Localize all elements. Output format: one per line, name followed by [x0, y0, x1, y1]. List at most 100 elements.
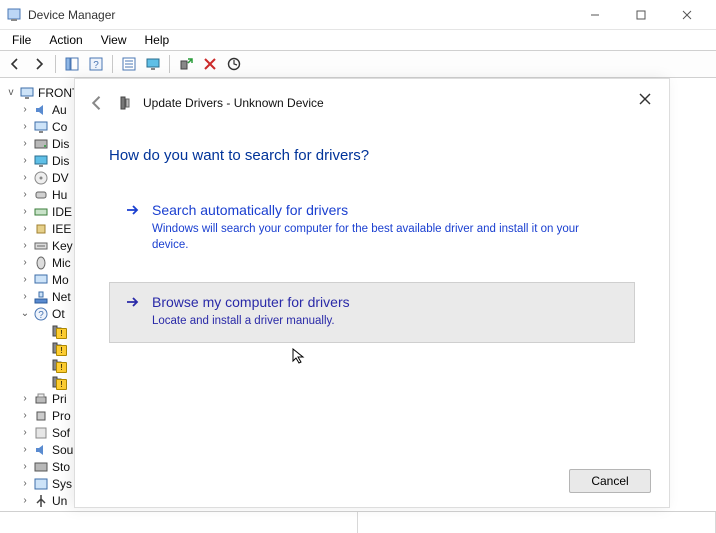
tree-node-label: Mic [52, 256, 71, 270]
tree-node-label: Dis [52, 154, 69, 168]
wizard-header: Update Drivers - Unknown Device [75, 79, 669, 127]
svg-text:?: ? [38, 310, 44, 321]
scan-hardware-icon[interactable] [175, 53, 197, 75]
update-driver-icon[interactable] [223, 53, 245, 75]
chevron-right-icon[interactable]: › [18, 121, 32, 132]
uninstall-icon[interactable] [199, 53, 221, 75]
option-description: Locate and install a driver manually. [152, 314, 582, 330]
chevron-right-icon[interactable]: › [18, 444, 32, 455]
close-icon[interactable] [635, 89, 655, 109]
chevron-right-icon[interactable]: › [18, 478, 32, 489]
network-icon [33, 290, 49, 304]
device-icon [117, 95, 133, 111]
separator-icon [55, 55, 56, 73]
separator-icon [169, 55, 170, 73]
chevron-right-icon[interactable]: › [18, 461, 32, 472]
tree-node-label: Ot [52, 307, 65, 321]
audio-icon [33, 103, 49, 117]
window-controls [572, 0, 710, 30]
tree-node-label: Un [52, 494, 67, 508]
menu-file[interactable]: File [4, 31, 39, 49]
option-title: Search automatically for drivers [152, 202, 348, 218]
option-search-automatically[interactable]: Search automatically for drivers Windows… [109, 190, 635, 266]
maximize-button[interactable] [618, 0, 664, 30]
unknown-icon [49, 358, 65, 372]
software-icon [33, 426, 49, 440]
unknown-icon [49, 324, 65, 338]
tree-node-label: Key [52, 239, 73, 253]
unknown-icon [49, 341, 65, 355]
chevron-down-icon[interactable]: ⌄ [18, 308, 32, 319]
hid-icon [33, 188, 49, 202]
chevron-right-icon[interactable]: › [18, 155, 32, 166]
wizard-body: How do you want to search for drivers? S… [75, 127, 669, 343]
menu-view[interactable]: View [93, 31, 135, 49]
tree-node-label: Co [52, 120, 67, 134]
tree-node-label: IEE [52, 222, 71, 236]
unknown-icon [49, 375, 65, 389]
keyboard-icon [33, 239, 49, 253]
forward-icon[interactable] [28, 53, 50, 75]
other-icon: ? [33, 307, 49, 321]
tree-node-label: IDE [52, 205, 72, 219]
tree-node-label: Hu [52, 188, 67, 202]
ide-icon [33, 205, 49, 219]
chevron-right-icon[interactable]: › [18, 291, 32, 302]
computer-icon [33, 120, 49, 134]
monitor-icon[interactable] [142, 53, 164, 75]
toolbar: ? [0, 50, 716, 78]
menu-help[interactable]: Help [137, 31, 178, 49]
back-icon[interactable] [4, 53, 26, 75]
menu-action[interactable]: Action [41, 31, 90, 49]
chevron-right-icon[interactable]: › [18, 274, 32, 285]
chevron-right-icon[interactable]: › [18, 223, 32, 234]
chevron-right-icon[interactable]: › [18, 172, 32, 183]
back-icon[interactable] [87, 93, 107, 113]
dvd-icon [33, 171, 49, 185]
tree-node-label: DV [52, 171, 69, 185]
close-button[interactable] [664, 0, 710, 30]
show-hide-console-tree-icon[interactable] [61, 53, 83, 75]
option-browse-my-computer[interactable]: Browse my computer for drivers Locate an… [109, 282, 635, 343]
menu-bar: File Action View Help [0, 30, 716, 50]
tree-node-label: Au [52, 103, 67, 117]
chevron-right-icon[interactable]: › [18, 410, 32, 421]
chevron-right-icon[interactable]: › [18, 138, 32, 149]
minimize-button[interactable] [572, 0, 618, 30]
chevron-right-icon[interactable]: › [18, 104, 32, 115]
help-topic-icon[interactable]: ? [85, 53, 107, 75]
chevron-right-icon[interactable]: › [18, 427, 32, 438]
cancel-button[interactable]: Cancel [569, 469, 651, 493]
status-bar [0, 511, 716, 533]
properties-icon[interactable] [118, 53, 140, 75]
chevron-right-icon[interactable]: › [18, 257, 32, 268]
app-icon [6, 7, 22, 23]
tree-node-label: Pri [52, 392, 67, 406]
svg-text:?: ? [93, 60, 99, 71]
processor-icon [33, 409, 49, 423]
usb-icon [33, 494, 49, 508]
tree-node-label: Pro [52, 409, 71, 423]
option-description: Windows will search your computer for th… [152, 222, 582, 253]
chevron-right-icon[interactable]: › [18, 240, 32, 251]
chevron-right-icon[interactable]: › [18, 495, 32, 506]
mouse-icon [33, 256, 49, 270]
chevron-right-icon[interactable]: › [18, 189, 32, 200]
display-icon [33, 154, 49, 168]
window-title: Device Manager [28, 8, 572, 22]
arrow-right-icon [124, 293, 142, 311]
printer-icon [33, 392, 49, 406]
tree-node-label: Sof [52, 426, 70, 440]
storage-icon [33, 460, 49, 474]
tree-node-label: Sto [52, 460, 70, 474]
separator-icon [112, 55, 113, 73]
tree-node-label: Dis [52, 137, 69, 151]
wizard-heading: How do you want to search for drivers? [109, 147, 635, 164]
title-bar: Device Manager [0, 0, 716, 30]
chevron-right-icon[interactable]: › [18, 393, 32, 404]
arrow-right-icon [124, 201, 142, 219]
chevron-right-icon[interactable]: › [18, 206, 32, 217]
wizard-breadcrumb: Update Drivers - Unknown Device [143, 96, 324, 110]
tree-node-label: Net [52, 290, 71, 304]
computer-icon [19, 86, 35, 100]
